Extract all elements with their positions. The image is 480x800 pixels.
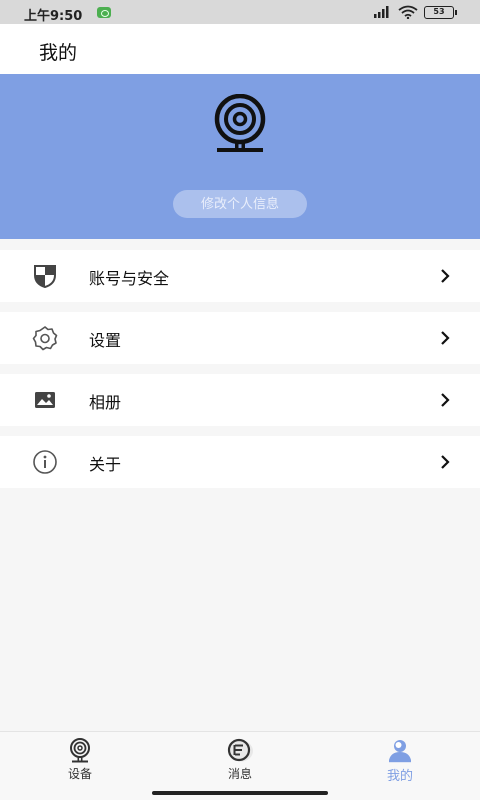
tab-messages[interactable]: 消息: [200, 732, 280, 787]
home-indicator: [0, 786, 480, 800]
status-bar: 上午9:50 53: [0, 0, 480, 24]
chevron-right-icon: [441, 393, 450, 407]
tab-label: 消息: [227, 767, 252, 781]
bottom-tab-bar: 设备 消息 我的: [0, 731, 480, 786]
chevron-right-icon: [441, 331, 450, 345]
tab-device[interactable]: 设备: [40, 732, 120, 787]
menu-item-label: 账号与安全: [89, 269, 170, 288]
menu-item-album[interactable]: 相册: [0, 374, 480, 426]
info-icon: [33, 450, 57, 474]
battery-icon: 53: [424, 6, 457, 19]
device-icon: [70, 738, 90, 763]
tab-profile[interactable]: 我的: [360, 732, 440, 787]
menu-item-account-security[interactable]: 账号与安全: [0, 250, 480, 302]
chevron-right-icon: [441, 269, 450, 283]
page-title: 我的: [39, 42, 78, 64]
menu-item-settings[interactable]: 设置: [0, 312, 480, 364]
status-time: 上午9:50: [24, 9, 83, 24]
home-indicator-pill[interactable]: [152, 791, 328, 795]
edit-profile-button[interactable]: 修改个人信息: [173, 190, 307, 218]
profile-header: 修改个人信息: [0, 74, 480, 239]
signal-icon: [374, 6, 389, 18]
menu-item-label: 设置: [89, 331, 122, 350]
notification-icon: [97, 7, 111, 18]
image-icon: [35, 392, 55, 408]
app-bar: 我的: [0, 24, 480, 74]
message-icon: [227, 738, 253, 762]
menu-item-label: 关于: [89, 455, 122, 474]
gear-icon: [32, 326, 58, 351]
profile-icon: [389, 740, 411, 763]
wifi-icon: [398, 5, 418, 19]
webcam-icon[interactable]: [208, 94, 272, 154]
menu-item-about[interactable]: 关于: [0, 436, 480, 488]
menu-item-label: 相册: [89, 393, 122, 412]
chevron-right-icon: [441, 455, 450, 469]
tab-label: 我的: [386, 769, 413, 784]
shield-icon: [34, 265, 56, 289]
tab-label: 设备: [67, 767, 92, 781]
